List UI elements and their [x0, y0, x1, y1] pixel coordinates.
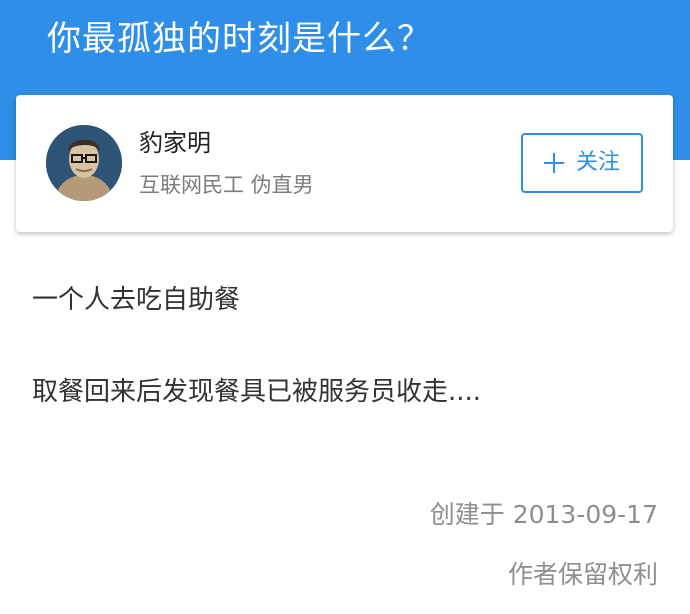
copyright-note: 作者保留权利: [507, 560, 658, 589]
author-card: 豹家明 互联网民工 伪直男 关注: [16, 95, 673, 232]
plus-icon: [543, 153, 564, 173]
follow-label: 关注: [575, 150, 620, 175]
avatar[interactable]: [46, 125, 122, 201]
question-title: 你最孤独的时刻是什么？: [47, 19, 432, 59]
created-date: 创建于 2013-09-17: [429, 500, 658, 529]
follow-button[interactable]: 关注: [521, 133, 643, 193]
answer-text-line: 取餐回来后发现餐具已被服务员收走....: [32, 377, 482, 407]
author-bio: 互联网民工 伪直男: [139, 173, 314, 197]
answer-text-line: 一个人去吃自助餐: [32, 285, 241, 315]
author-name[interactable]: 豹家明: [139, 128, 211, 158]
